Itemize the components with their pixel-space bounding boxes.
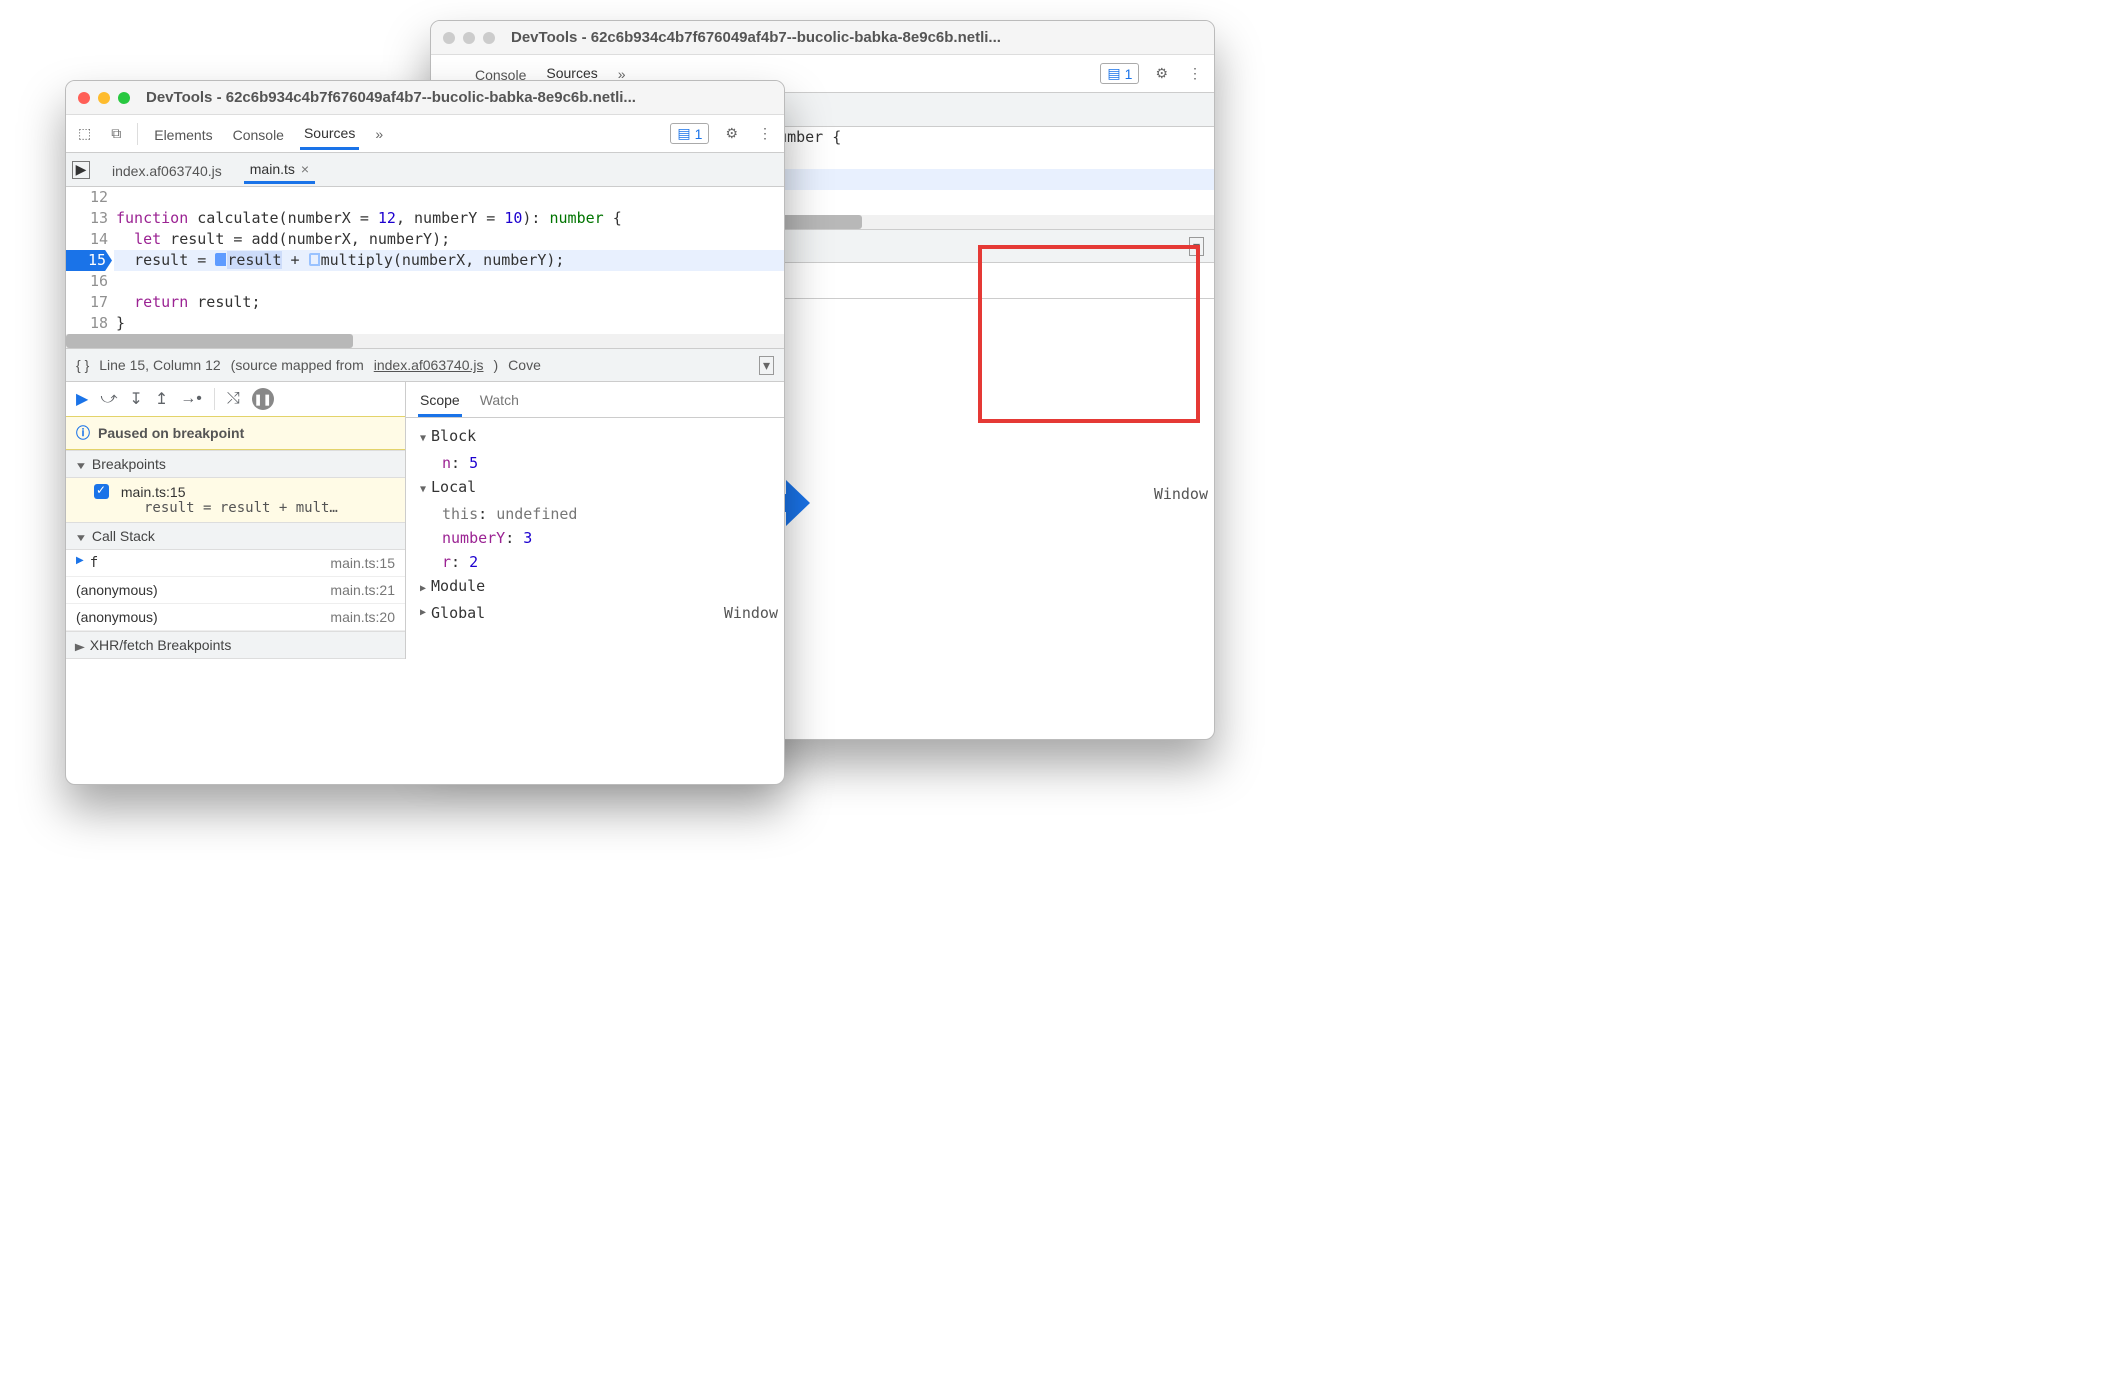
inspect-icon[interactable]: ⬚ xyxy=(74,123,95,144)
checkbox-checked-icon[interactable] xyxy=(94,484,109,499)
chat-icon: ▤ xyxy=(1107,65,1120,82)
issues-badge[interactable]: ▤ 1 xyxy=(670,123,709,144)
scope-local[interactable]: Local xyxy=(420,475,778,502)
pause-banner: ⓘ Paused on breakpoint xyxy=(66,416,405,450)
issues-count: 1 xyxy=(695,126,703,142)
tab-watch[interactable]: Watch xyxy=(478,388,521,417)
tab-console[interactable]: Console xyxy=(229,119,288,149)
gear-icon[interactable]: ⚙ xyxy=(1151,63,1172,84)
breakpoint-row[interactable]: main.ts:15 result = result + mult… xyxy=(66,478,405,522)
window-title-back: DevTools - 62c6b934c4b7f676049af4b7--buc… xyxy=(511,29,1001,46)
traffic-min[interactable] xyxy=(98,92,110,104)
devtools-window-front: DevTools - 62c6b934c4b7f676049af4b7--buc… xyxy=(65,80,785,785)
var-numberY: numberY: 3 xyxy=(420,526,778,550)
kebab-icon[interactable]: ⋮ xyxy=(754,123,776,144)
scope-tabs-front: Scope Watch xyxy=(406,382,784,418)
scope-module[interactable]: Module xyxy=(420,574,778,601)
window-title-front: DevTools - 62c6b934c4b7f676049af4b7--buc… xyxy=(146,89,636,106)
step-out-icon[interactable]: ↥ xyxy=(155,389,168,409)
tab-scope[interactable]: Scope xyxy=(418,388,462,417)
callstack-row[interactable]: (anonymous)main.ts:21 xyxy=(66,577,405,604)
code-line: let result = add(numberX, numberY); xyxy=(116,229,784,250)
code-line-active: result = result + multiply(numberX, numb… xyxy=(66,250,784,271)
format-icon[interactable]: { } xyxy=(76,357,89,373)
gear-icon[interactable]: ⚙ xyxy=(721,123,742,144)
scope-block[interactable]: Block xyxy=(420,424,778,451)
pause-icon[interactable]: ❚❚ xyxy=(252,388,274,410)
h-scrollbar[interactable] xyxy=(66,334,784,348)
var-n: n: 5 xyxy=(420,451,778,475)
dropdown-icon[interactable]: ▾ xyxy=(759,356,774,375)
breakpoint-label: main.ts:15 xyxy=(121,484,186,500)
step-over-icon[interactable]: ⤻ xyxy=(100,390,117,408)
info-icon: ⓘ xyxy=(76,423,90,443)
tab-elements[interactable]: Elements xyxy=(150,119,216,149)
line-gutter: 12 13 14 15 15 16 17 18 xyxy=(66,187,114,334)
debug-marker-icon xyxy=(215,253,226,266)
deactivate-bp-icon[interactable]: ⤭ xyxy=(227,390,240,408)
run-snippet-icon[interactable]: ▶ xyxy=(72,161,90,179)
code-line: return result; xyxy=(116,292,784,313)
var-this: this: undefined xyxy=(420,502,778,526)
step-icon[interactable]: →• xyxy=(180,390,202,408)
sourcemap-link[interactable]: index.af063740.js xyxy=(374,357,484,373)
close-icon[interactable]: × xyxy=(301,161,309,177)
scope-tree-front[interactable]: Block n: 5 Local this: undefined numberY… xyxy=(406,418,784,631)
titlebar-front: DevTools - 62c6b934c4b7f676049af4b7--buc… xyxy=(66,81,784,115)
callstack-row[interactable]: (anonymous)main.ts:20 xyxy=(66,604,405,631)
device-icon[interactable]: ⧉ xyxy=(107,123,125,144)
traffic-max[interactable] xyxy=(118,92,130,104)
tab-sources[interactable]: Sources xyxy=(300,117,359,150)
resume-icon[interactable]: ▶ xyxy=(76,389,88,409)
issues-count: 1 xyxy=(1125,66,1133,82)
cursor-pos: Line 15, Column 12 xyxy=(99,357,220,373)
debug-marker-outline-icon xyxy=(309,253,320,266)
code-line: } xyxy=(116,313,784,334)
file-tab-index[interactable]: index.af063740.js xyxy=(106,157,228,183)
titlebar-back: DevTools - 62c6b934c4b7f676049af4b7--buc… xyxy=(431,21,1214,55)
dropdown-icon[interactable]: ▾ xyxy=(1189,237,1204,256)
traffic-max[interactable] xyxy=(483,32,495,44)
issues-badge[interactable]: ▤ 1 xyxy=(1100,63,1139,84)
file-tabs-front: ▶ index.af063740.js main.ts × xyxy=(66,153,784,187)
section-breakpoints[interactable]: Breakpoints xyxy=(66,450,405,478)
section-xhr[interactable]: XHR/fetch Breakpoints xyxy=(66,631,405,659)
step-into-icon[interactable]: ↧ xyxy=(129,389,142,409)
kebab-icon[interactable]: ⋮ xyxy=(1184,63,1206,84)
scope-global[interactable]: GlobalWindow xyxy=(420,601,778,625)
section-callstack[interactable]: Call Stack xyxy=(66,522,405,550)
var-r: r: 2 xyxy=(420,550,778,574)
code-editor-front[interactable]: 12 13 14 15 15 16 17 18 function calcula… xyxy=(66,187,784,334)
callstack-row[interactable]: fmain.ts:15 xyxy=(66,550,405,577)
file-tab-main[interactable]: main.ts × xyxy=(244,155,315,184)
scope-pane-front: Scope Watch Block n: 5 Local this: undef… xyxy=(406,382,784,659)
traffic-close[interactable] xyxy=(443,32,455,44)
traffic-close[interactable] xyxy=(78,92,90,104)
main-tabs-front: ⬚ ⧉ Elements Console Sources » ▤ 1 ⚙ ⋮ xyxy=(66,115,784,153)
code-line: function calculate(numberX = 12, numberY… xyxy=(116,208,784,229)
chat-icon: ▤ xyxy=(677,125,690,142)
breakpoint-snippet: result = result + mult… xyxy=(94,500,395,516)
breakpoint-glyph[interactable]: 15 xyxy=(66,250,112,271)
debugger-left-pane: ▶ ⤻ ↧ ↥ →• ⤭ ❚❚ ⓘ Paused on breakpoint B… xyxy=(66,382,406,659)
more-tabs-icon[interactable]: » xyxy=(371,124,387,144)
traffic-min[interactable] xyxy=(463,32,475,44)
status-bar-front: { } Line 15, Column 12 (source mapped fr… xyxy=(66,348,784,382)
debugger-controls: ▶ ⤻ ↧ ↥ →• ⤭ ❚❚ xyxy=(66,382,405,416)
